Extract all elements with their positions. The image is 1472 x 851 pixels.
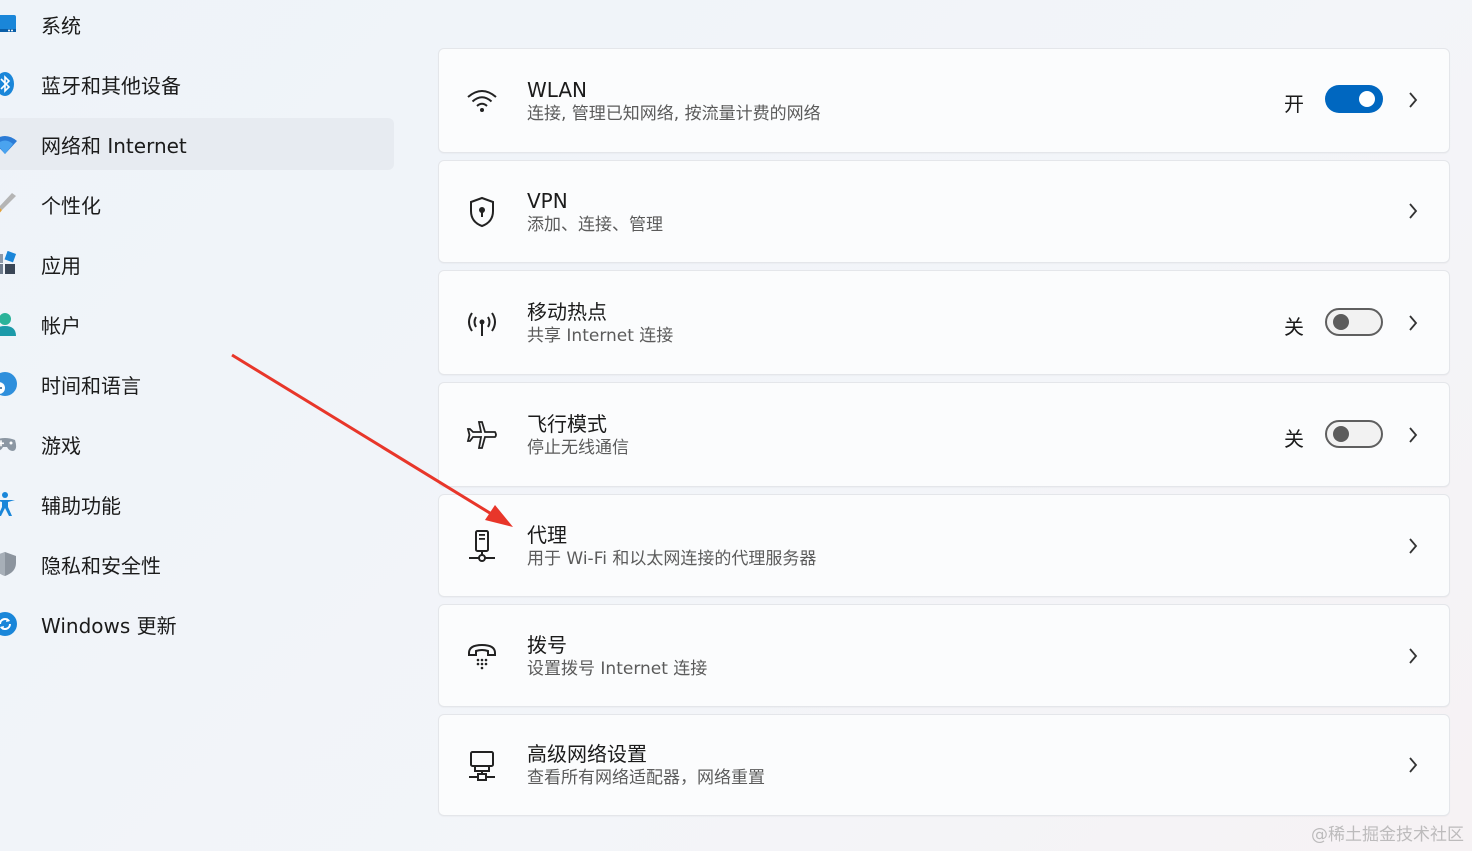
sidebar-item-label: 游戏	[41, 433, 81, 458]
sidebar-item-privacy[interactable]: 隐私和安全性	[0, 538, 394, 590]
chevron-right-icon	[1405, 648, 1421, 664]
vpn-shield-icon	[465, 195, 499, 229]
wlan-card[interactable]: WLAN 连接, 管理已知网络, 按流量计费的网络 开	[438, 48, 1450, 153]
hotspot-text: 移动热点 共享 Internet 连接	[527, 300, 673, 347]
settings-window: 系统 蓝牙和其他设备 网络和 Internet 个性化 应用 帐户 时间和语言 …	[0, 0, 1472, 851]
advanced-network-icon	[465, 749, 499, 783]
chevron-right-icon	[1405, 203, 1421, 219]
card-title: VPN	[527, 189, 568, 213]
chevron-right-icon	[1405, 538, 1421, 554]
card-subtitle: 停止无线通信	[527, 438, 629, 458]
account-icon	[0, 311, 18, 337]
dialup-text: 拨号 设置拨号 Internet 连接	[527, 633, 707, 680]
chevron-right-icon	[1405, 757, 1421, 773]
sidebar-item-label: 帐户	[41, 313, 81, 338]
proxy-text: 代理 用于 Wi-Fi 和以太网连接的代理服务器	[527, 523, 816, 570]
card-subtitle: 查看所有网络适配器，网络重置	[527, 768, 765, 788]
system-icon	[0, 11, 18, 37]
sidebar-item-gaming[interactable]: 游戏	[0, 418, 394, 470]
sidebar: 系统 蓝牙和其他设备 网络和 Internet 个性化 应用 帐户 时间和语言 …	[0, 0, 400, 851]
card-subtitle: 连接, 管理已知网络, 按流量计费的网络	[527, 104, 821, 124]
sidebar-item-label: 个性化	[41, 193, 101, 218]
sidebar-item-label: 系统	[41, 13, 81, 38]
network-icon	[0, 131, 18, 157]
airplane-mode-state-label: 关	[1284, 427, 1304, 451]
hotspot-toggle[interactable]	[1325, 308, 1383, 336]
watermark: @稀土掘金技术社区	[1311, 825, 1464, 845]
sidebar-item-label: 辅助功能	[41, 493, 121, 518]
globe-clock-icon	[0, 371, 18, 397]
sidebar-item-bluetooth[interactable]: 蓝牙和其他设备	[0, 58, 394, 110]
wlan-text: WLAN 连接, 管理已知网络, 按流量计费的网络	[527, 78, 821, 125]
wlan-state-label: 开	[1284, 92, 1304, 116]
sidebar-item-windows-update[interactable]: Windows 更新	[0, 598, 394, 650]
sidebar-item-label: 网络和 Internet	[41, 133, 187, 158]
card-subtitle: 添加、连接、管理	[527, 215, 663, 235]
toggle-knob	[1333, 314, 1349, 330]
sidebar-item-label: Windows 更新	[41, 613, 177, 638]
card-title: WLAN	[527, 78, 588, 102]
brush-icon	[0, 191, 18, 217]
airplane-mode-toggle[interactable]	[1325, 420, 1383, 448]
sidebar-item-accessibility[interactable]: 辅助功能	[0, 478, 394, 530]
shield-icon	[0, 551, 18, 577]
hotspot-icon	[465, 306, 499, 340]
chevron-right-icon	[1405, 92, 1421, 108]
wlan-toggle[interactable]	[1325, 85, 1383, 113]
update-icon	[0, 611, 18, 637]
sidebar-item-label: 隐私和安全性	[41, 553, 161, 578]
sidebar-item-personalization[interactable]: 个性化	[0, 178, 394, 230]
card-title: 高级网络设置	[527, 742, 647, 766]
sidebar-item-label: 蓝牙和其他设备	[41, 73, 181, 98]
chevron-right-icon	[1405, 315, 1421, 331]
sidebar-item-time-language[interactable]: 时间和语言	[0, 358, 394, 410]
airplane-mode-text: 飞行模式 停止无线通信	[527, 412, 629, 459]
wifi-icon	[465, 84, 499, 118]
sidebar-item-apps[interactable]: 应用	[0, 238, 394, 290]
card-subtitle: 用于 Wi-Fi 和以太网连接的代理服务器	[527, 549, 817, 569]
card-subtitle: 共享 Internet 连接	[527, 326, 674, 346]
proxy-icon	[465, 529, 499, 563]
chevron-right-icon	[1405, 427, 1421, 443]
sidebar-item-accounts[interactable]: 帐户	[0, 298, 394, 350]
bluetooth-icon	[0, 71, 18, 97]
advanced-network-card[interactable]: 高级网络设置 查看所有网络适配器，网络重置	[438, 714, 1450, 816]
card-title: 代理	[527, 523, 567, 547]
sidebar-item-label: 应用	[41, 253, 81, 278]
airplane-icon	[465, 418, 499, 452]
card-title: 拨号	[527, 633, 567, 657]
vpn-card[interactable]: VPN 添加、连接、管理	[438, 160, 1450, 263]
card-title: 飞行模式	[527, 412, 607, 436]
hotspot-state-label: 关	[1284, 315, 1304, 339]
toggle-knob	[1333, 426, 1349, 442]
airplane-mode-card[interactable]: 飞行模式 停止无线通信 关	[438, 382, 1450, 487]
advanced-network-text: 高级网络设置 查看所有网络适配器，网络重置	[527, 742, 765, 789]
toggle-knob	[1359, 91, 1375, 107]
vpn-text: VPN 添加、连接、管理	[527, 189, 663, 236]
sidebar-item-system[interactable]: 系统	[0, 0, 394, 50]
sidebar-item-network[interactable]: 网络和 Internet	[0, 118, 394, 170]
accessibility-icon	[0, 491, 18, 517]
dialup-card[interactable]: 拨号 设置拨号 Internet 连接	[438, 604, 1450, 707]
proxy-card[interactable]: 代理 用于 Wi-Fi 和以太网连接的代理服务器	[438, 494, 1450, 597]
card-title: 移动热点	[527, 300, 607, 324]
dialup-icon	[465, 639, 499, 673]
gamepad-icon	[0, 431, 18, 457]
hotspot-card[interactable]: 移动热点 共享 Internet 连接 关	[438, 270, 1450, 375]
card-subtitle: 设置拨号 Internet 连接	[527, 659, 708, 679]
apps-icon	[0, 251, 18, 277]
sidebar-item-label: 时间和语言	[41, 373, 141, 398]
